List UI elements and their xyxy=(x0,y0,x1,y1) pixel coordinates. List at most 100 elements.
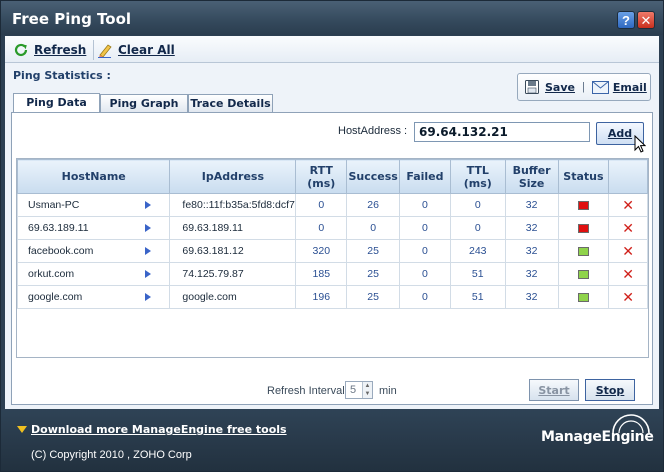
table-row[interactable]: google.com google.com 196 25 0 51 32 ✕ xyxy=(16,285,648,309)
delete-icon[interactable]: ✕ xyxy=(622,289,634,305)
help-button[interactable]: ? xyxy=(617,11,635,29)
rtt-cell: 196 xyxy=(295,285,348,309)
table-row[interactable]: Usman-PC fe80::11f:b35a:5fd8:dcf7 0 26 0… xyxy=(16,193,648,217)
column-header-rtt[interactable]: RTT (ms) xyxy=(295,159,348,194)
email-button[interactable]: Email xyxy=(591,80,647,94)
buffer-cell: 32 xyxy=(504,216,559,240)
column-header-delete xyxy=(608,159,648,194)
spinner-arrows-icon[interactable]: ▲ ▼ xyxy=(362,382,372,398)
success-cell: 25 xyxy=(346,262,401,286)
save-email-bar: Save | Email xyxy=(517,73,651,101)
table-header-row: HostName IpAddress RTT (ms) Success Fail… xyxy=(16,159,648,194)
ttl-cell: 243 xyxy=(449,239,506,263)
refresh-interval-label: Refresh Interval xyxy=(267,385,345,397)
status-red-indicator xyxy=(577,223,589,233)
status-red-indicator xyxy=(577,200,589,210)
success-cell: 26 xyxy=(346,193,401,217)
email-label: Email xyxy=(612,80,647,94)
hostname-text: 69.63.189.11 xyxy=(28,222,89,234)
close-button[interactable]: ✕ xyxy=(637,11,655,29)
refresh-interval-spinner[interactable]: 5 ▲ ▼ xyxy=(345,381,373,399)
hostname-cell: orkut.com xyxy=(16,262,171,286)
app-window: Free Ping Tool ? ✕ Refresh Clear All Pin… xyxy=(0,0,664,472)
delete-icon[interactable]: ✕ xyxy=(622,197,634,213)
stop-button[interactable]: Stop xyxy=(585,379,635,401)
host-address-label: HostAddress : xyxy=(338,125,408,137)
rtt-cell: 0 xyxy=(295,193,348,217)
hostname-cell: facebook.com xyxy=(16,239,171,263)
status-cell xyxy=(557,216,610,240)
title-bar: Free Ping Tool ? ✕ xyxy=(1,1,663,35)
host-address-input[interactable] xyxy=(414,122,590,142)
stop-label: Stop xyxy=(595,383,625,397)
ping-results-table: HostName IpAddress RTT (ms) Success Fail… xyxy=(16,159,648,309)
table-row[interactable]: orkut.com 74.125.79.87 185 25 0 51 32 ✕ xyxy=(16,262,648,286)
hostname-cell: Usman-PC xyxy=(16,193,171,217)
column-header-success[interactable]: Success xyxy=(346,159,401,194)
column-header-ipaddress[interactable]: IpAddress xyxy=(169,159,297,194)
buffer-cell: 32 xyxy=(504,239,559,263)
envelope-icon xyxy=(591,80,609,94)
actions-separator: | xyxy=(581,81,585,93)
expand-arrow-icon[interactable] xyxy=(145,247,152,255)
expand-arrow-icon[interactable] xyxy=(145,270,152,278)
success-cell: 0 xyxy=(346,216,401,240)
failed-cell: 0 xyxy=(399,216,451,240)
tab-ping-data[interactable]: Ping Data xyxy=(13,93,100,113)
start-label: Start xyxy=(538,383,570,397)
save-label: Save xyxy=(545,80,575,94)
delete-cell: ✕ xyxy=(608,285,648,309)
status-cell xyxy=(557,262,610,286)
delete-icon[interactable]: ✕ xyxy=(622,220,634,236)
column-header-ttl[interactable]: TTL (ms) xyxy=(449,159,506,194)
delete-icon[interactable]: ✕ xyxy=(622,243,634,259)
ip-cell: 69.63.189.11 xyxy=(169,216,297,240)
status-green-indicator xyxy=(577,292,589,302)
failed-cell: 0 xyxy=(399,193,451,217)
window-title: Free Ping Tool xyxy=(12,10,132,28)
failed-cell: 0 xyxy=(399,285,451,309)
ttl-cell: 51 xyxy=(449,262,506,286)
save-button[interactable]: Save xyxy=(524,79,575,95)
hostname-text: orkut.com xyxy=(28,268,75,280)
delete-cell: ✕ xyxy=(608,239,648,263)
success-cell: 25 xyxy=(346,285,401,309)
column-header-status[interactable]: Status xyxy=(557,159,610,194)
failed-cell: 0 xyxy=(399,262,451,286)
buffer-cell: 32 xyxy=(504,193,559,217)
expand-arrow-icon[interactable] xyxy=(145,293,152,301)
tab-ping-graph[interactable]: Ping Graph xyxy=(100,94,188,113)
refresh-label: Refresh xyxy=(34,43,87,57)
delete-cell: ✕ xyxy=(608,193,648,217)
delete-cell: ✕ xyxy=(608,262,648,286)
refresh-button[interactable]: Refresh xyxy=(13,41,86,59)
table-row[interactable]: 69.63.189.11 69.63.189.11 0 0 0 0 32 ✕ xyxy=(16,216,648,240)
table-row[interactable]: facebook.com 69.63.181.12 320 25 0 243 3… xyxy=(16,239,648,263)
start-button[interactable]: Start xyxy=(529,379,579,401)
ip-cell: google.com xyxy=(169,285,297,309)
tab-trace-details[interactable]: Trace Details xyxy=(188,94,273,113)
column-header-buffer-size[interactable]: Buffer Size xyxy=(504,159,559,194)
rtt-cell: 320 xyxy=(295,239,348,263)
rtt-cell: 185 xyxy=(295,262,348,286)
download-arrow-icon xyxy=(17,426,27,433)
refresh-icon xyxy=(14,43,28,57)
delete-icon[interactable]: ✕ xyxy=(622,266,634,282)
column-header-hostname[interactable]: HostName xyxy=(16,159,171,194)
expand-arrow-icon[interactable] xyxy=(145,201,152,209)
clear-all-button[interactable]: Clear All xyxy=(97,41,175,59)
delete-cell: ✕ xyxy=(608,216,648,240)
expand-arrow-icon[interactable] xyxy=(145,224,152,232)
column-header-failed[interactable]: Failed xyxy=(399,159,451,194)
hostname-cell: 69.63.189.11 xyxy=(16,216,171,240)
download-tools-link[interactable]: Download more ManageEngine free tools xyxy=(31,423,287,436)
ip-cell: 69.63.181.12 xyxy=(169,239,297,263)
ttl-cell: 0 xyxy=(449,193,506,217)
buffer-cell: 32 xyxy=(504,262,559,286)
ping-results-grid: HostName IpAddress RTT (ms) Success Fail… xyxy=(16,158,649,358)
eraser-icon xyxy=(98,44,112,58)
main-content: Ping Statistics : Save | Email Ping Data xyxy=(5,63,659,409)
add-label: Add xyxy=(607,127,633,140)
hostname-text: facebook.com xyxy=(28,245,94,257)
rtt-cell: 0 xyxy=(295,216,348,240)
